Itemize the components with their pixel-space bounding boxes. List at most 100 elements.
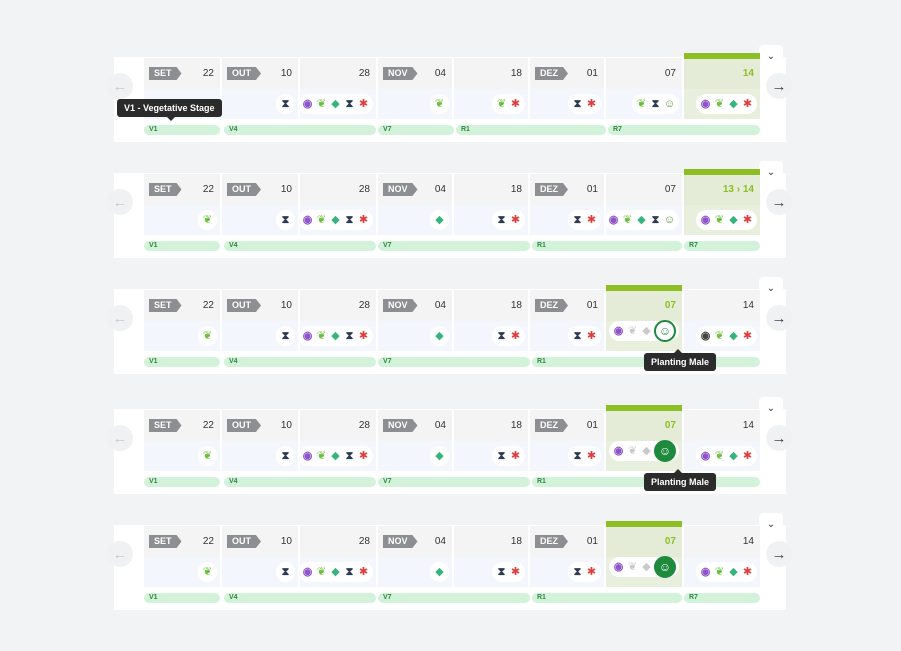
day-column[interactable]: NOV 04 ◆ bbox=[378, 526, 452, 587]
day-column[interactable]: DEZ 01 ⧗ ✱ bbox=[530, 174, 604, 235]
stage-bar[interactable]: V7 bbox=[378, 593, 530, 603]
day-column[interactable]: OUT 10 ⧗ bbox=[222, 410, 298, 471]
day-column[interactable]: SET 22 ❦ bbox=[144, 526, 220, 587]
event-icons[interactable]: ◆ bbox=[430, 562, 449, 582]
day-column[interactable]: DEZ 01 ⧗ ✱ bbox=[530, 526, 604, 587]
event-icons[interactable]: ⧗ ✱ bbox=[568, 562, 601, 582]
event-icons[interactable]: ⧗ bbox=[276, 210, 295, 230]
event-icons[interactable]: ◆ bbox=[430, 446, 449, 466]
prev-arrow-button[interactable]: ← bbox=[107, 189, 133, 215]
event-icons[interactable]: ◉ ❦ ◆ ✱ bbox=[696, 326, 757, 346]
event-icons[interactable]: ⧗ ✱ bbox=[492, 210, 525, 230]
stage-bar[interactable]: R1 bbox=[532, 593, 682, 603]
stage-bar[interactable]: V7 bbox=[378, 477, 530, 487]
event-icons[interactable]: ◉ ❦ ◆ ✱ bbox=[696, 562, 757, 582]
planting-icon[interactable]: ☺ bbox=[654, 320, 676, 342]
event-icons[interactable]: ❦ bbox=[430, 94, 449, 114]
event-icons[interactable]: ⧗ ✱ bbox=[568, 210, 601, 230]
event-icons[interactable]: ◉ ❦ ◆ ⧗ ☺ bbox=[604, 210, 679, 230]
day-column[interactable]: NOV 04 ❦ bbox=[378, 58, 452, 119]
day-column[interactable]: 28 ◉ ❦ ◆ ⧗ ✱ bbox=[298, 526, 376, 587]
day-column[interactable]: DEZ 01 ⧗ ✱ bbox=[530, 58, 604, 119]
day-column[interactable]: 18 ⧗ ✱ bbox=[454, 290, 528, 351]
day-column[interactable]: SET 22 ❦ bbox=[144, 174, 220, 235]
stage-bar[interactable]: R7 bbox=[684, 241, 760, 251]
event-icons[interactable]: ◉ ❦ ◆ ⧗ ✱ bbox=[298, 210, 373, 230]
stage-bar[interactable]: V7 bbox=[378, 125, 454, 135]
stage-bar[interactable]: V4 bbox=[224, 241, 376, 251]
stage-bar[interactable]: V4 bbox=[224, 593, 376, 603]
day-column[interactable]: OUT 10 ⧗ bbox=[222, 58, 298, 119]
day-column[interactable]: NOV 04 ◆ bbox=[378, 174, 452, 235]
event-icons[interactable]: ◉ ❦ ◆ ✱ bbox=[696, 94, 757, 114]
stage-bar[interactable]: V1 bbox=[144, 357, 220, 367]
day-column[interactable]: 18 ⧗ ✱ bbox=[454, 174, 528, 235]
event-icons[interactable]: ◆ bbox=[430, 326, 449, 346]
day-column-current[interactable]: 07 ◉ ❦ ◆ ☺ bbox=[606, 285, 682, 351]
day-column[interactable]: DEZ 01 ⧗ ✱ bbox=[530, 290, 604, 351]
event-icons[interactable]: ⧗ ✱ bbox=[492, 562, 525, 582]
prev-arrow-button[interactable]: ← bbox=[107, 541, 133, 567]
event-icons[interactable]: ⧗ bbox=[276, 446, 295, 466]
stage-bar[interactable]: R1 bbox=[532, 241, 682, 251]
day-column[interactable]: OUT 10 ⧗ bbox=[222, 526, 298, 587]
next-arrow-button[interactable]: → bbox=[766, 189, 792, 215]
event-icons[interactable]: ❦ ⧗ ☺ bbox=[632, 94, 679, 114]
day-column-current[interactable]: 13 › 14 ◉ ❦ ◆ ✱ bbox=[684, 169, 760, 235]
prev-arrow-button[interactable]: ← bbox=[107, 305, 133, 331]
day-column[interactable]: 28 ◉ ❦ ◆ ⧗ ✱ bbox=[298, 58, 376, 119]
event-icons[interactable]: ⧗ bbox=[276, 94, 295, 114]
chevron-down-icon[interactable]: ⌄ bbox=[759, 397, 783, 419]
event-icons[interactable]: ⧗ ✱ bbox=[568, 326, 601, 346]
stage-bar[interactable]: V1 bbox=[144, 125, 220, 135]
prev-arrow-button[interactable]: ← bbox=[107, 73, 133, 99]
event-icons[interactable]: ❦ ✱ bbox=[492, 94, 525, 114]
event-icons[interactable]: ❦ bbox=[198, 326, 217, 346]
event-icons[interactable]: ◉ ❦ ◆ ⧗ ✱ bbox=[298, 446, 373, 466]
event-icons[interactable]: ⧗ ✱ bbox=[492, 446, 525, 466]
day-column[interactable]: 14 ◉ ❦ ◆ ✱ bbox=[684, 526, 760, 587]
stage-bar[interactable]: V4 bbox=[224, 477, 376, 487]
day-column[interactable]: 18 ⧗ ✱ bbox=[454, 526, 528, 587]
chevron-down-icon[interactable]: ⌄ bbox=[759, 161, 783, 183]
day-column-current[interactable]: 07 ◉ ❦ ◆ ☺ bbox=[606, 405, 682, 471]
day-column[interactable]: 28 ◉ ❦ ◆ ⧗ ✱ bbox=[298, 290, 376, 351]
day-column[interactable]: 14 ◉ ❦ ◆ ✱ bbox=[684, 290, 760, 351]
event-icons[interactable]: ⧗ bbox=[276, 326, 295, 346]
event-icons[interactable]: ⧗ ✱ bbox=[492, 326, 525, 346]
event-icons[interactable]: ⧗ bbox=[276, 562, 295, 582]
next-arrow-button[interactable]: → bbox=[766, 305, 792, 331]
event-icons[interactable]: ◉ ❦ ◆ ✱ bbox=[696, 446, 757, 466]
day-column[interactable]: DEZ 01 ⧗ ✱ bbox=[530, 410, 604, 471]
event-icons[interactable]: ◉ ❦ ◆ ☺ bbox=[609, 556, 679, 578]
event-icons[interactable]: ⧗ ✱ bbox=[568, 94, 601, 114]
day-column[interactable]: SET 22 ❦ bbox=[144, 290, 220, 351]
event-icons[interactable]: ❦ bbox=[198, 210, 217, 230]
prev-arrow-button[interactable]: ← bbox=[107, 425, 133, 451]
event-icons[interactable]: ❦ bbox=[198, 562, 217, 582]
day-column[interactable]: NOV 04 ◆ bbox=[378, 410, 452, 471]
day-column-current[interactable]: 07 ◉ ❦ ◆ ☺ bbox=[606, 521, 682, 587]
next-arrow-button[interactable]: → bbox=[766, 541, 792, 567]
event-icons[interactable]: ◉ ❦ ◆ ☺ bbox=[609, 440, 679, 462]
event-icons[interactable]: ◆ bbox=[430, 210, 449, 230]
day-column[interactable]: OUT 10 ⧗ bbox=[222, 290, 298, 351]
day-column[interactable]: 18 ⧗ ✱ bbox=[454, 410, 528, 471]
event-icons[interactable]: ◉ ❦ ◆ ⧗ ✱ bbox=[298, 94, 373, 114]
event-icons[interactable]: ❦ bbox=[198, 446, 217, 466]
day-column[interactable]: 07 ❦ ⧗ ☺ bbox=[606, 58, 682, 119]
stage-bar[interactable]: V7 bbox=[378, 241, 530, 251]
stage-bar[interactable]: V1 bbox=[144, 593, 220, 603]
day-column[interactable]: 28 ◉ ❦ ◆ ⧗ ✱ bbox=[298, 410, 376, 471]
stage-bar[interactable]: V7 bbox=[378, 357, 530, 367]
stage-bar[interactable]: V1 bbox=[144, 477, 220, 487]
chevron-down-icon[interactable]: ⌄ bbox=[759, 513, 783, 535]
day-column[interactable]: 28 ◉ ❦ ◆ ⧗ ✱ bbox=[298, 174, 376, 235]
next-arrow-button[interactable]: → bbox=[766, 73, 792, 99]
event-icons[interactable]: ◉ ❦ ◆ ✱ bbox=[696, 210, 757, 230]
stage-bar[interactable]: R7 bbox=[608, 125, 760, 135]
day-column[interactable]: OUT 10 ⧗ bbox=[222, 174, 298, 235]
event-icons[interactable]: ◉ ❦ ◆ ⧗ ✱ bbox=[298, 326, 373, 346]
event-icons[interactable]: ⧗ ✱ bbox=[568, 446, 601, 466]
day-column[interactable]: 07 ◉ ❦ ◆ ⧗ ☺ bbox=[604, 174, 682, 235]
